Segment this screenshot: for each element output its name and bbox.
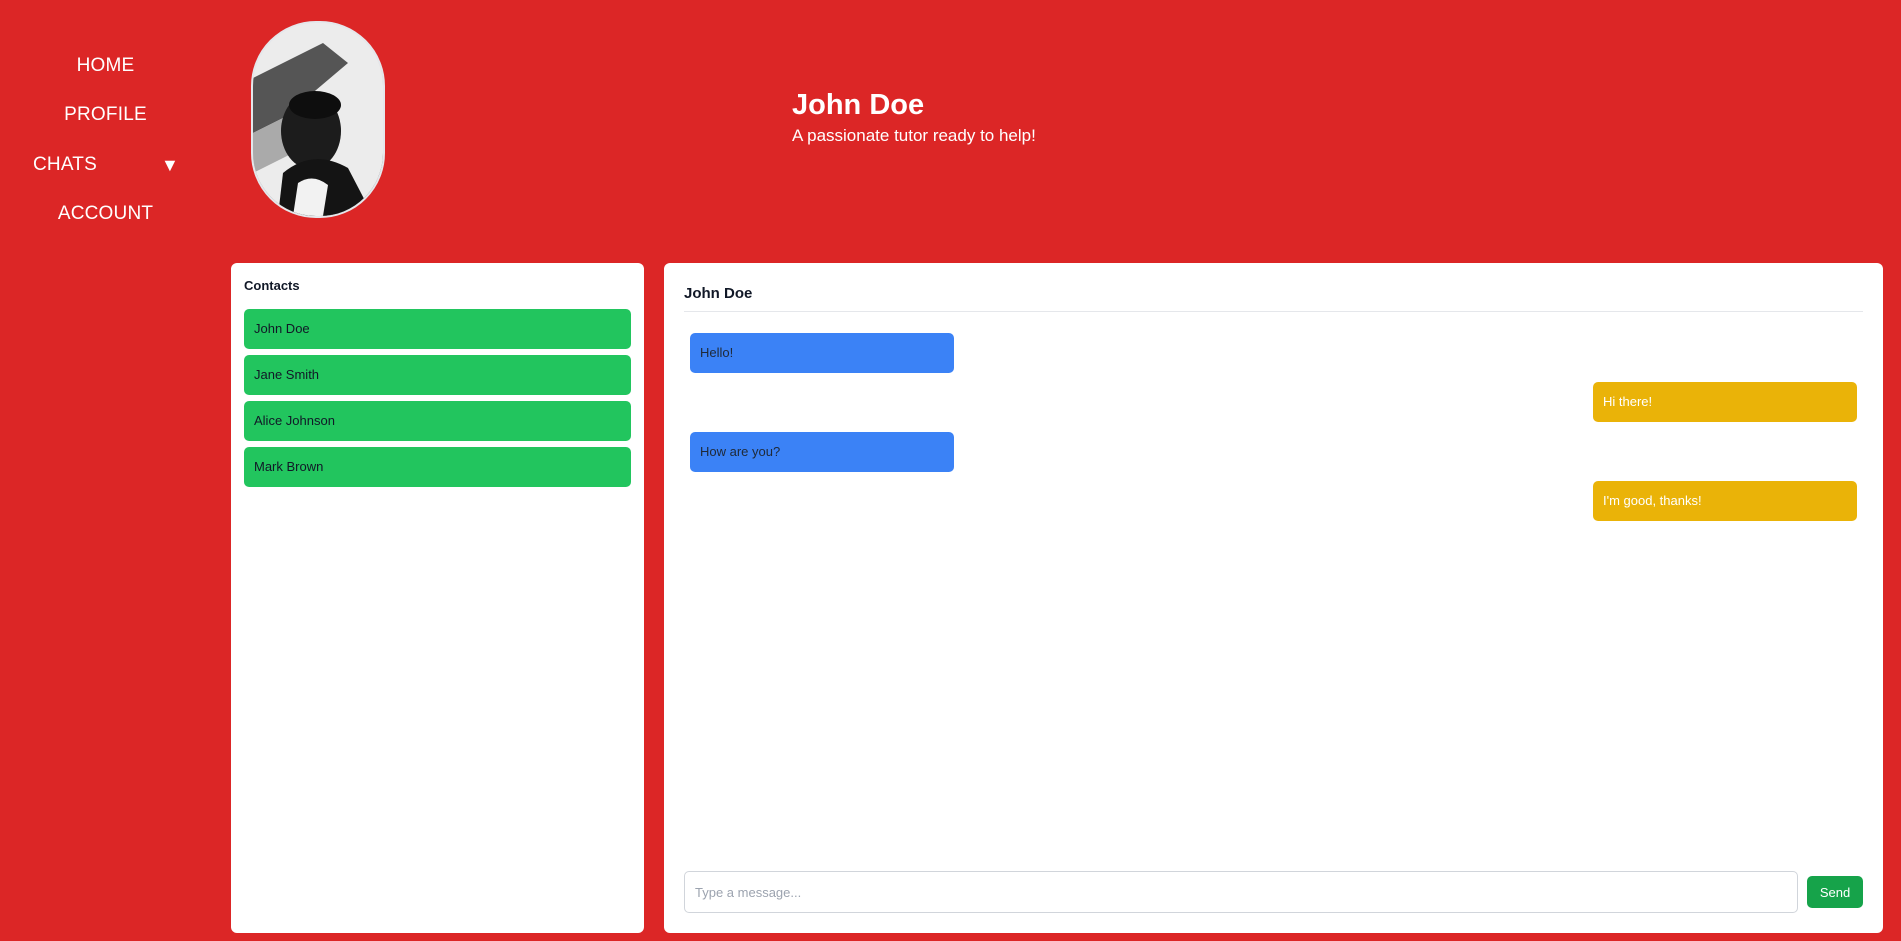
chat-divider xyxy=(684,311,1863,312)
contact-item[interactable]: Jane Smith xyxy=(244,355,631,395)
message-input[interactable] xyxy=(684,871,1798,913)
profile-tagline: A passionate tutor ready to help! xyxy=(792,126,1036,145)
send-button[interactable]: Send xyxy=(1807,876,1863,908)
chat-header-title: John Doe xyxy=(684,285,753,302)
contact-item[interactable]: Mark Brown xyxy=(244,447,631,487)
chevron-down-icon[interactable]: ▼ xyxy=(161,153,179,177)
chat-message-incoming: Hello! xyxy=(690,333,954,373)
contacts-panel: Contacts John Doe Jane Smith Alice Johns… xyxy=(231,263,644,933)
profile-avatar xyxy=(251,21,385,218)
chat-panel: John Doe Hello! Hi there! How are you? I… xyxy=(664,263,1883,933)
profile-name: John Doe xyxy=(792,89,925,121)
nav-home-link[interactable]: HOME xyxy=(0,54,211,78)
profile-photo xyxy=(253,23,383,216)
chat-message-outgoing: Hi there! xyxy=(1593,382,1857,422)
chat-message-outgoing: I'm good, thanks! xyxy=(1593,481,1857,521)
chat-message-incoming: How are you? xyxy=(690,432,954,472)
nav-account-link[interactable]: ACCOUNT xyxy=(0,202,211,226)
nav-profile-link[interactable]: PROFILE xyxy=(0,103,211,127)
contacts-title: Contacts xyxy=(244,278,300,293)
contact-item[interactable]: John Doe xyxy=(244,309,631,349)
nav-chats-link[interactable]: CHATS xyxy=(33,153,97,177)
contact-item[interactable]: Alice Johnson xyxy=(244,401,631,441)
